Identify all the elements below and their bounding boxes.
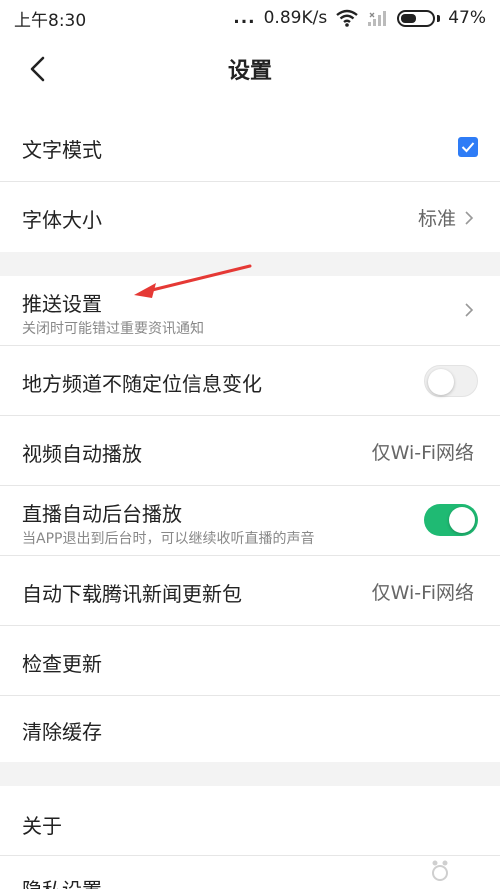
checkmark-icon (461, 142, 475, 153)
status-right: ... 0.89K/s 47% (233, 8, 486, 28)
back-icon[interactable] (22, 52, 56, 86)
status-bar: 上午8:30 ... 0.89K/s 47% (0, 0, 500, 36)
battery-icon (397, 9, 436, 27)
live-background-row: 直播自动后台播放 当APP退出到后台时，可以继续收听直播的声音 (0, 486, 500, 556)
nav-bar: 设置 (0, 36, 500, 102)
font-size-label: 字体大小 (22, 208, 102, 232)
battery-tip (437, 14, 441, 22)
auto-download-label: 自动下载腾讯新闻更新包 (22, 582, 242, 606)
live-background-sub: 当APP退出到后台时，可以继续收听直播的声音 (22, 531, 315, 547)
privacy-label: 隐私设置 (22, 874, 102, 889)
live-background-toggle[interactable] (424, 504, 478, 536)
local-channel-row: 地方频道不随定位信息变化 (0, 346, 500, 416)
toggle-knob (428, 369, 454, 395)
video-autoplay-value: 仅Wi-Fi网络 (371, 442, 474, 464)
about-label: 关于 (22, 814, 62, 838)
video-autoplay-value-wrap: 仅Wi-Fi网络 (372, 438, 474, 465)
local-channel-toggle[interactable] (424, 365, 478, 397)
status-dots: ... (233, 8, 256, 28)
clear-cache-row[interactable]: 清除缓存 (0, 696, 500, 762)
video-autoplay-row[interactable]: 视频自动播放 仅Wi-Fi网络 (0, 416, 500, 486)
font-size-row[interactable]: 字体大小 标准 (0, 182, 500, 252)
chevron-right-icon (465, 303, 474, 317)
chevron-right-icon (465, 210, 474, 225)
push-settings-sub: 关闭时可能错过重要资讯通知 (22, 321, 204, 337)
text-mode-row[interactable]: 文字模式 (0, 112, 500, 182)
check-update-row[interactable]: 检查更新 (0, 626, 500, 696)
about-row[interactable]: 关于 (0, 786, 500, 856)
toggle-knob (449, 507, 475, 533)
live-background-label: 直播自动后台播放 (22, 502, 182, 526)
baidu-watermark (392, 857, 492, 887)
status-time: 上午8:30 (14, 10, 87, 31)
network-speed: 0.89K/s (263, 8, 328, 28)
auto-download-value: 仅Wi-Fi网络 (371, 582, 474, 604)
push-settings-chevron-wrap (464, 302, 474, 318)
wifi-icon (336, 9, 358, 27)
local-channel-label: 地方频道不随定位信息变化 (22, 372, 262, 396)
text-mode-checkbox[interactable] (458, 137, 478, 157)
text-mode-label: 文字模式 (22, 138, 102, 162)
signal-icon (368, 11, 387, 26)
video-autoplay-label: 视频自动播放 (22, 442, 142, 466)
font-size-value-wrap: 标准 (418, 204, 474, 231)
battery-percent: 47% (448, 8, 486, 28)
check-update-label: 检查更新 (22, 652, 102, 676)
paw-icon (432, 860, 448, 881)
push-settings-label: 推送设置 (22, 292, 102, 316)
page-title: 设置 (227, 59, 272, 84)
auto-download-row[interactable]: 自动下载腾讯新闻更新包 仅Wi-Fi网络 (0, 556, 500, 626)
red-arrow-annotation (134, 264, 252, 298)
auto-download-value-wrap: 仅Wi-Fi网络 (372, 578, 474, 605)
section-gap (0, 762, 500, 786)
font-size-value: 标准 (417, 208, 456, 230)
clear-cache-label: 清除缓存 (22, 720, 102, 744)
